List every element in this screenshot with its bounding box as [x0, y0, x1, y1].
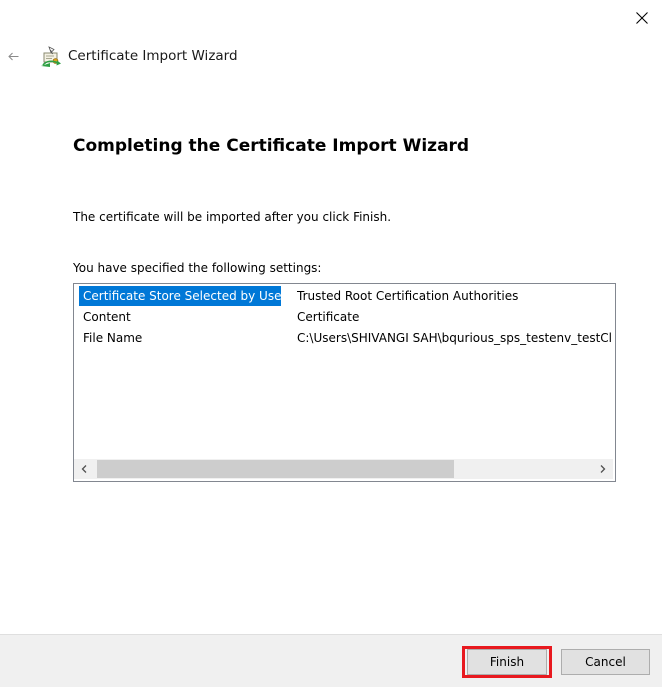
settings-value: Trusted Root Certification Authorities	[297, 289, 519, 303]
info-text: The certificate will be imported after y…	[73, 210, 392, 224]
chevron-left-icon	[81, 465, 87, 473]
horizontal-scrollbar[interactable]	[74, 459, 613, 479]
cancel-button[interactable]: Cancel	[561, 649, 650, 675]
settings-row-store[interactable]: Certificate Store Selected by User Trust…	[74, 286, 613, 306]
page-heading: Completing the Certificate Import Wizard	[73, 136, 470, 156]
back-button[interactable]	[4, 46, 24, 68]
finish-button[interactable]: Finish	[467, 649, 547, 675]
settings-row-content[interactable]: Content Certificate	[74, 307, 613, 327]
window-title: Certificate Import Wizard	[68, 48, 238, 64]
settings-key[interactable]: File Name	[81, 328, 144, 348]
close-icon	[636, 12, 648, 24]
scroll-right-button[interactable]	[593, 459, 613, 479]
chevron-right-icon	[600, 465, 606, 473]
settings-key[interactable]: Certificate Store Selected by User	[79, 286, 286, 306]
certificate-wizard-icon	[40, 46, 64, 68]
scroll-thumb[interactable]	[97, 460, 454, 478]
settings-row-file-name[interactable]: File Name C:\Users\SHIVANGI SAH\bqurious…	[74, 328, 613, 348]
certificate-import-wizard-window: Certificate Import Wizard Completing the…	[0, 0, 662, 687]
close-button[interactable]	[622, 0, 662, 38]
settings-value: Certificate	[297, 310, 360, 324]
scroll-left-button[interactable]	[74, 459, 94, 479]
back-arrow-icon	[8, 52, 19, 61]
settings-list[interactable]: Certificate Store Selected by User Trust…	[73, 283, 616, 482]
settings-key[interactable]: Content	[81, 307, 133, 327]
settings-value: C:\Users\SHIVANGI SAH\bqurious_sps_teste…	[297, 331, 613, 345]
settings-label: You have specified the following setting…	[73, 261, 322, 275]
